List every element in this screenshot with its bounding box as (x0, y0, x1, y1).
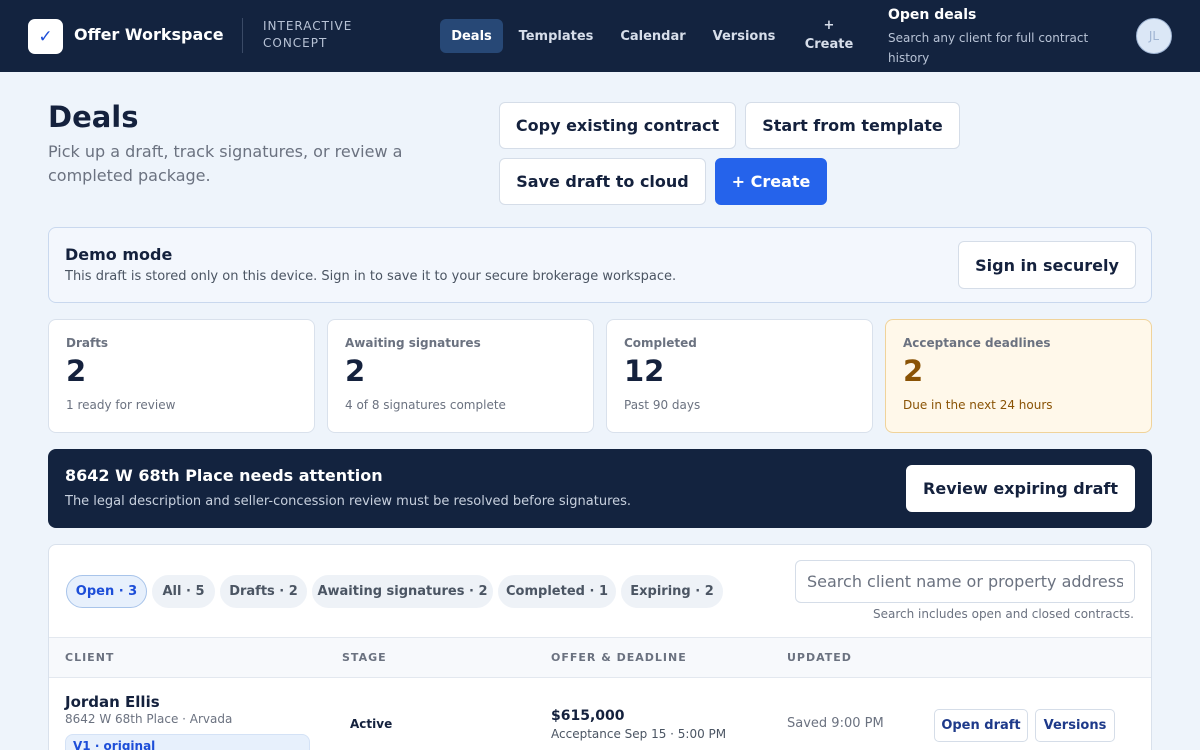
nav-deals[interactable]: Deals (440, 19, 503, 53)
attention-banner: 8642 W 68th Place needs attention The le… (48, 449, 1152, 528)
row-client-name: Jordan Ellis (65, 693, 160, 711)
filter-chip-expiring[interactable]: Expiring · 2 (621, 575, 723, 608)
column-client: CLIENT (65, 651, 115, 664)
column-updated: UPDATED (787, 651, 852, 664)
column-offer-deadline: OFFER & DEADLINE (551, 651, 687, 664)
brand-divider (242, 18, 243, 53)
deals-panel: Open · 3 All · 5 Drafts · 2 Awaiting sig… (48, 544, 1152, 750)
stat-value: 2 (345, 354, 366, 388)
check-icon: ✓ (28, 19, 63, 54)
nav-templates[interactable]: Templates (511, 19, 601, 53)
stat-card-awaiting-signatures[interactable]: Awaiting signatures 2 4 of 8 signatures … (327, 319, 594, 433)
sign-in-securely-button[interactable]: Sign in securely (958, 241, 1136, 289)
start-from-template-button[interactable]: Start from template (745, 102, 960, 149)
search-hint: Search includes open and closed contract… (873, 607, 1134, 621)
avatar[interactable]: JL (1136, 18, 1172, 54)
versions-button[interactable]: Versions (1035, 709, 1115, 742)
stat-value: 12 (624, 354, 665, 388)
stat-label: Awaiting signatures (345, 336, 481, 350)
stat-note: 1 ready for review (66, 398, 176, 412)
filter-chip-all[interactable]: All · 5 (152, 575, 215, 608)
nav-versions[interactable]: Versions (705, 19, 783, 53)
attention-title: 8642 W 68th Place needs attention (65, 466, 383, 485)
demo-mode-title: Demo mode (65, 245, 173, 264)
top-navigation-bar: ✓ Offer Workspace INTERACTIVE CONCEPT De… (0, 0, 1200, 72)
copy-existing-contract-button[interactable]: Copy existing contract (499, 102, 736, 149)
nav-create-button[interactable]: + Create (800, 16, 858, 54)
deal-search-input[interactable] (795, 560, 1135, 603)
row-offer-amount: $615,000 (551, 708, 625, 724)
stat-card-drafts[interactable]: Drafts 2 1 ready for review (48, 319, 315, 433)
demo-mode-banner: Demo mode This draft is stored only on t… (48, 227, 1152, 303)
row-client-address: 8642 W 68th Place · Arvada (65, 712, 233, 726)
review-expiring-draft-button[interactable]: Review expiring draft (906, 465, 1135, 512)
row-updated: Saved 9:00 PM (787, 716, 884, 731)
save-draft-to-cloud-button[interactable]: Save draft to cloud (499, 158, 706, 205)
column-stage: STAGE (342, 651, 387, 664)
attention-message: The legal description and seller-concess… (65, 494, 632, 509)
stat-note: 4 of 8 signatures complete (345, 398, 506, 412)
stat-label: Acceptance deadlines (903, 336, 1051, 350)
row-version-badge: V1 · original (65, 734, 310, 750)
open-deals-title[interactable]: Open deals (888, 7, 976, 23)
open-deals-subtitle: Search any client for full contract hist… (888, 31, 1089, 65)
table-header: CLIENT STAGE OFFER & DEADLINE UPDATED (49, 637, 1151, 678)
create-button[interactable]: + Create (715, 158, 827, 205)
stat-value: 2 (66, 354, 87, 388)
stat-label: Completed (624, 336, 697, 350)
filter-chip-drafts[interactable]: Drafts · 2 (220, 575, 307, 608)
page-subtitle: Pick up a draft, track signatures, or re… (48, 142, 403, 185)
filter-chip-completed[interactable]: Completed · 1 (498, 575, 616, 608)
stat-note: Past 90 days (624, 398, 701, 412)
filter-chip-open[interactable]: Open · 3 (66, 575, 147, 608)
row-stage-badge: Active (350, 717, 393, 731)
brand-name[interactable]: Offer Workspace (74, 25, 224, 44)
page-title: Deals (48, 100, 139, 134)
stat-card-completed[interactable]: Completed 12 Past 90 days (606, 319, 873, 433)
filter-chip-awaiting-signatures[interactable]: Awaiting signatures · 2 (312, 575, 493, 608)
demo-mode-message: This draft is stored only on this device… (65, 269, 677, 284)
stat-card-acceptance-deadlines[interactable]: Acceptance deadlines 2 Due in the next 2… (885, 319, 1152, 433)
nav-calendar[interactable]: Calendar (613, 19, 693, 53)
concept-label: INTERACTIVE CONCEPT (263, 19, 353, 50)
open-draft-button[interactable]: Open draft (934, 709, 1028, 742)
stat-note: Due in the next 24 hours (903, 398, 1053, 412)
stat-value: 2 (903, 354, 924, 388)
stat-label: Drafts (66, 336, 109, 350)
row-deadline: Acceptance Sep 15 · 5:00 PM (551, 727, 727, 741)
